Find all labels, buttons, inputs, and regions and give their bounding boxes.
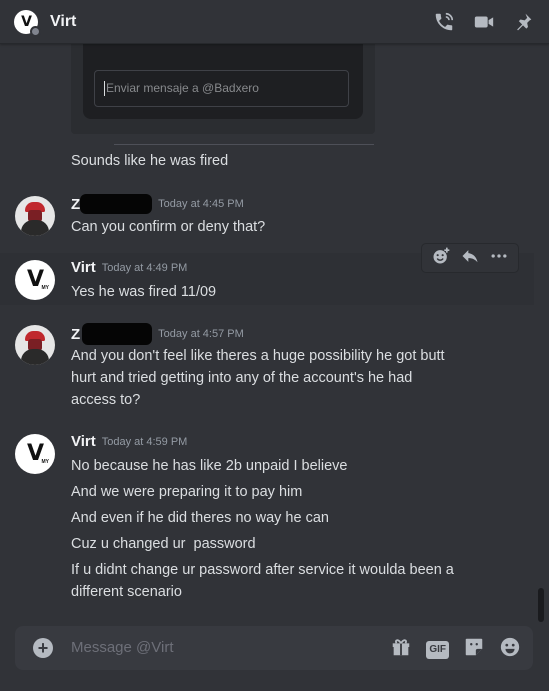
gift-icon[interactable]	[390, 636, 412, 663]
message-line: No because he has like 2b unpaid I belie…	[71, 458, 348, 474]
pin-icon[interactable]	[513, 12, 533, 32]
scrollbar-thumb[interactable]	[538, 588, 544, 622]
message-timestamp[interactable]: Today at 4:45 PM	[158, 198, 244, 210]
redaction-mark	[82, 323, 153, 345]
username[interactable]: Virt	[71, 259, 96, 276]
message-timestamp[interactable]: Today at 4:57 PM	[158, 328, 244, 340]
message-body: And you don't feel like theres a huge po…	[71, 345, 445, 411]
message-actions-toolbar	[421, 243, 519, 273]
message-line: access to?	[71, 392, 141, 408]
add-reaction-icon[interactable]	[431, 246, 451, 271]
message-line: And you don't feel like theres a huge po…	[71, 348, 445, 364]
user-avatar[interactable]: V MY	[15, 260, 55, 300]
message-line: If u didnt change ur password after serv…	[71, 562, 454, 578]
message-text: Can you confirm or deny that?	[71, 219, 266, 235]
add-attachment-icon[interactable]: +	[33, 638, 53, 658]
avatar-body-icon	[21, 349, 49, 365]
redaction-mark	[80, 194, 153, 214]
message-line: Cuz u changed ur password	[71, 536, 256, 552]
image-attachment[interactable]: Enviar mensaje a @Badxero	[71, 44, 375, 134]
header-toolbar	[433, 11, 533, 33]
emoji-icon[interactable]	[499, 636, 521, 663]
message-text: Yes he was fired 11/09	[71, 284, 217, 300]
message-line: hurt and tried getting into any of the a…	[71, 370, 413, 386]
message-text: Sounds like he was fired	[71, 153, 229, 169]
dm-title[interactable]: Virt	[50, 13, 76, 31]
v-logo-badge-icon: MY	[41, 459, 50, 465]
sticker-icon[interactable]	[463, 636, 485, 663]
message-timestamp[interactable]: Today at 4:59 PM	[102, 436, 188, 448]
composer-tools: GIF	[390, 636, 521, 663]
text-caret	[104, 81, 105, 97]
gif-picker-button[interactable]: GIF	[426, 640, 449, 659]
v-logo-badge-icon: MY	[41, 285, 50, 291]
video-call-icon[interactable]	[473, 11, 495, 33]
message-timestamp[interactable]: Today at 4:49 PM	[102, 262, 188, 274]
attachment-input-placeholder: Enviar mensaje a @Badxero	[106, 81, 259, 95]
user-avatar[interactable]: V MY	[15, 434, 55, 474]
reply-icon[interactable]	[460, 246, 480, 271]
username[interactable]: Z	[71, 326, 80, 343]
message-header: Virt Today at 4:49 PM	[71, 259, 187, 276]
attachment-message-input: Enviar mensaje a @Badxero	[94, 70, 349, 107]
user-avatar[interactable]	[15, 196, 55, 236]
more-options-icon[interactable]	[489, 246, 509, 271]
message-header: Virt Today at 4:59 PM	[71, 433, 187, 450]
message-input[interactable]: Message @Virt	[71, 639, 174, 656]
message-header: Z Today at 4:57 PM	[71, 323, 244, 345]
dm-header: V Virt	[0, 0, 549, 44]
dm-avatar[interactable]: V	[14, 9, 41, 37]
avatar-body-icon	[21, 220, 49, 236]
message-body: No because he has like 2b unpaid I belie…	[71, 455, 454, 603]
voice-call-icon[interactable]	[433, 11, 455, 33]
attachment-divider	[114, 144, 374, 145]
username[interactable]: Virt	[71, 433, 96, 450]
message-line: And we were preparing it to pay him	[71, 484, 303, 500]
message-line: different scenario	[71, 584, 182, 600]
attachment-preview: Enviar mensaje a @Badxero	[83, 44, 363, 119]
message-composer[interactable]: + Message @Virt GIF	[15, 626, 533, 670]
message-line: And even if he did theres no way he can	[71, 510, 329, 526]
message-header: Z Today at 4:45 PM	[71, 194, 244, 214]
v-logo-icon: V	[21, 13, 32, 30]
status-indicator	[30, 25, 41, 37]
username[interactable]: Z	[71, 196, 80, 213]
user-avatar[interactable]	[15, 325, 55, 365]
